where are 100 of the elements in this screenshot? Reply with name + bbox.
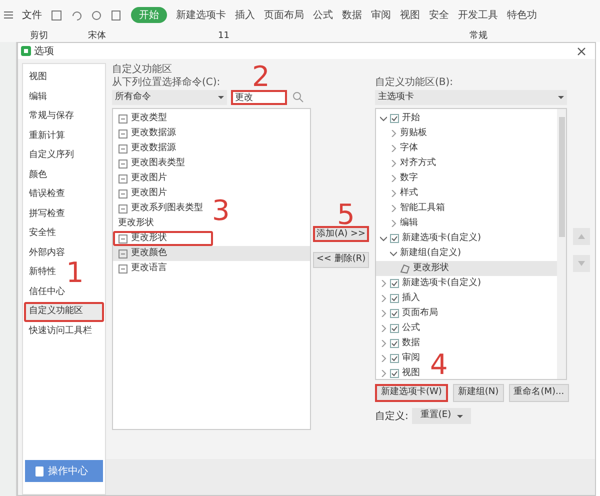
collapse-caret-icon: [390, 130, 397, 137]
sidebar-item[interactable]: 快速访问工具栏: [24, 322, 97, 341]
remove-button[interactable]: << 删除(R): [313, 252, 369, 268]
checkbox[interactable]: [390, 279, 399, 288]
number-format-dropdown[interactable]: 常规: [469, 30, 488, 42]
tree-item[interactable]: 开始: [376, 111, 423, 126]
checkbox[interactable]: [390, 339, 399, 348]
ribbon-tab[interactable]: 页面布局: [264, 8, 304, 22]
add-button[interactable]: 添加(A) >>: [313, 226, 369, 242]
app-icon: [21, 46, 31, 56]
collapse-caret-icon: [380, 355, 387, 362]
command-icon: [118, 248, 128, 258]
customize-label: 自定义:: [375, 410, 408, 424]
checkbox[interactable]: [390, 294, 399, 303]
tree-item[interactable]: 编辑: [376, 216, 421, 231]
source-dropdown[interactable]: 所有命令: [112, 90, 227, 105]
command-item[interactable]: 更改颜色: [113, 246, 310, 261]
search-field[interactable]: 更改: [231, 90, 287, 105]
command-item[interactable]: 更改形状: [113, 231, 213, 246]
tree-item[interactable]: 视图: [376, 366, 423, 379]
command-item[interactable]: 更改图片: [113, 186, 172, 201]
ribbon-tab[interactable]: 特色功: [507, 8, 537, 22]
dialog-title: 选项: [34, 44, 54, 58]
scrollbar[interactable]: [557, 109, 566, 379]
collapse-caret-icon: [390, 220, 397, 227]
font-dropdown[interactable]: 宋体: [88, 30, 178, 42]
checkbox[interactable]: [390, 114, 399, 123]
tree-item[interactable]: 审阅: [376, 351, 423, 366]
tree-item[interactable]: 智能工具箱: [376, 201, 448, 216]
reset-dropdown[interactable]: 重置(E): [412, 408, 472, 424]
ribbon-action-button[interactable]: 新建选项卡(W): [375, 384, 448, 402]
tree-item[interactable]: 字体: [376, 141, 421, 156]
command-item[interactable]: 更改图表类型: [113, 156, 190, 171]
close-icon[interactable]: [577, 46, 586, 56]
font-size-dropdown[interactable]: 11: [218, 30, 230, 42]
cut-button[interactable]: 剪切: [30, 30, 48, 42]
collapse-caret-icon: [390, 145, 397, 152]
checkbox[interactable]: [390, 324, 399, 333]
command-item[interactable]: 更改语言: [113, 261, 172, 276]
expand-caret-icon: [390, 250, 397, 257]
ribbon-tab[interactable]: 安全: [429, 8, 449, 22]
command-item[interactable]: 更改数据源: [113, 141, 181, 156]
sidebar-item[interactable]: 自定义序列: [24, 146, 79, 166]
ribbon-action-button[interactable]: 新建组(N): [452, 384, 504, 402]
collapse-caret-icon: [390, 160, 397, 167]
sidebar-item[interactable]: 重新计算: [24, 126, 70, 146]
ribbon-tab[interactable]: 公式: [313, 8, 333, 22]
command-icon: [118, 264, 128, 274]
checkbox[interactable]: [390, 369, 399, 378]
ribbon-tab[interactable]: 开发工具: [458, 8, 498, 22]
tree-item[interactable]: 页面布局: [376, 306, 441, 321]
sidebar-item[interactable]: 自定义功能区: [24, 302, 104, 322]
tree-item[interactable]: 新建选项卡(自定义): [376, 231, 484, 246]
ribbon-action-button[interactable]: 重命名(M)...: [508, 384, 570, 402]
ribbon-tab[interactable]: 视图: [400, 8, 420, 22]
tab-type-dropdown[interactable]: 主选项卡: [375, 90, 567, 105]
checkbox[interactable]: [390, 234, 399, 243]
expand-caret-icon: [380, 235, 387, 242]
sidebar-item[interactable]: 编辑: [24, 88, 52, 107]
checkbox[interactable]: [390, 354, 399, 363]
command-item[interactable]: 更改类型: [113, 111, 172, 126]
collapse-caret-icon: [390, 175, 397, 182]
tree-item[interactable]: 插入: [376, 291, 423, 306]
sidebar-item[interactable]: 颜色: [24, 166, 52, 185]
group-label: 自定义功能区: [112, 63, 172, 76]
command-icon: [118, 204, 128, 214]
ribbon-tab[interactable]: 数据: [342, 8, 362, 22]
step-number: 3: [212, 196, 230, 226]
sidebar-item[interactable]: 安全性: [24, 224, 61, 244]
tree-item[interactable]: 样式: [376, 186, 421, 201]
tree-item[interactable]: 数字: [376, 171, 421, 186]
sidebar-item[interactable]: 错误检查: [24, 185, 70, 204]
tree-item[interactable]: 新建组(自定义): [376, 246, 464, 261]
command-item[interactable]: 更改系列图表类型: [113, 201, 208, 216]
sidebar-item[interactable]: 新特性: [24, 263, 61, 282]
scrollbar-thumb[interactable]: [558, 117, 564, 237]
up-arrow-icon: [578, 234, 585, 239]
checkbox[interactable]: [390, 309, 399, 318]
tree-item[interactable]: 数据: [376, 336, 423, 351]
tree-item[interactable]: 公式: [376, 321, 423, 336]
ribbon-tab[interactable]: 新建选项卡: [176, 8, 226, 22]
search-icon[interactable]: [291, 90, 305, 104]
ribbon-tab[interactable]: 插入: [235, 8, 255, 22]
dropdown-arrow-icon: [218, 96, 224, 99]
command-item[interactable]: 更改图片: [113, 171, 172, 186]
collapse-caret-icon: [380, 280, 387, 287]
ribbon-tab[interactable]: 审阅: [371, 8, 391, 22]
sidebar-item[interactable]: 常规与保存: [24, 107, 79, 126]
tree-item[interactable]: 更改形状: [376, 261, 557, 276]
sidebar-item[interactable]: 视图: [24, 68, 52, 88]
command-item[interactable]: 更改形状: [113, 216, 159, 231]
tree-item[interactable]: 新建选项卡(自定义): [376, 276, 484, 291]
file-menu[interactable]: 文件: [22, 8, 42, 22]
dropdown-arrow-icon: [558, 96, 564, 99]
tree-item[interactable]: 剪贴板: [376, 126, 430, 141]
sidebar-item[interactable]: 拼写检查: [24, 204, 70, 224]
command-item[interactable]: 更改数据源: [113, 126, 181, 141]
tree-item[interactable]: 对齐方式: [376, 156, 439, 171]
step-number: 2: [252, 62, 270, 92]
menu-icon: [4, 10, 13, 20]
